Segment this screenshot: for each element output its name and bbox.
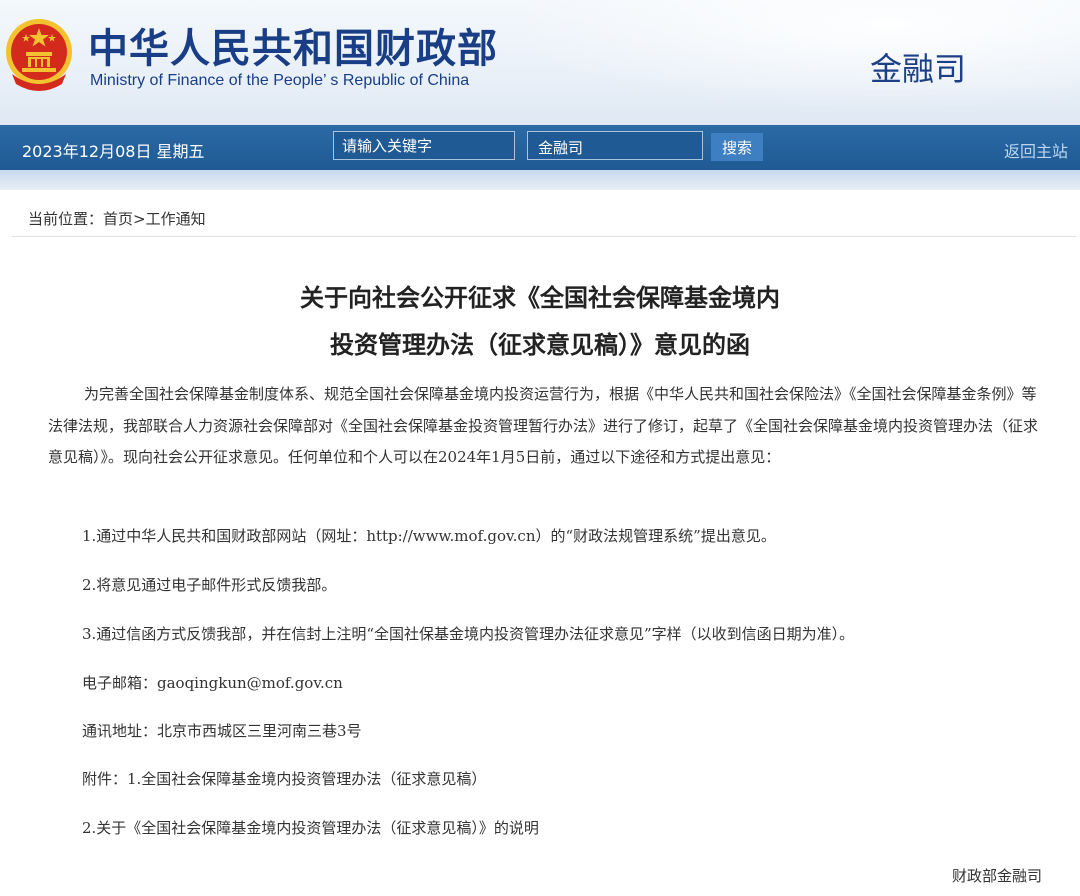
article-email: 电子邮箱：gaoqingkun@mof.gov.cn <box>82 674 343 692</box>
return-home-link[interactable]: 返回主站 <box>1004 138 1068 162</box>
site-title-en: Ministry of Finance of the People’ s Rep… <box>90 72 470 89</box>
article-item-1: 1.通过中华人民共和国财政部网站（网址：http://www.mof.gov.c… <box>82 527 776 545</box>
site-header: 中华人民共和国财政部 Ministry of Finance of the Pe… <box>0 0 1080 125</box>
article-item-2: 2.将意见通过电子邮件形式反馈我部。 <box>82 576 337 594</box>
department-name: 金融司 <box>870 50 967 88</box>
article-intro-paragraph: 为完善全国社会保障基金制度体系、规范全国社会保障基金境内投资运营行为，根据《中华… <box>48 385 1039 466</box>
top-nav-bar: 2023年12月08日 星期五 金融司 搜索 返回主站 <box>0 125 1080 170</box>
breadcrumb-separator: > <box>133 210 146 228</box>
article-item-3: 3.通过信函方式反馈我部，并在信封上注明“全国社保基金境内投资管理办法征求意见”… <box>82 625 855 643</box>
article-address: 通讯地址：北京市西城区三里河南三巷3号 <box>82 722 362 740</box>
article-attachment-1[interactable]: 附件：1.全国社会保障基金境内投资管理办法（征求意见稿） <box>82 768 486 789</box>
breadcrumb-current[interactable]: 工作通知 <box>146 210 206 228</box>
article-signature: 财政部金融司 <box>951 867 1042 885</box>
search-scope-select[interactable]: 金融司 <box>527 131 703 160</box>
breadcrumb-home-link[interactable]: 首页 <box>103 210 133 228</box>
national-emblem-icon <box>6 19 72 91</box>
breadcrumb-divider <box>12 236 1076 237</box>
header-background <box>440 0 1080 125</box>
search-input[interactable] <box>333 131 515 160</box>
breadcrumb-label: 当前位置： <box>28 210 104 228</box>
breadcrumb: 当前位置：首页>工作通知 <box>28 208 206 229</box>
header-strip <box>0 170 1080 190</box>
article-title-line1: 关于向社会公开征求《全国社会保障基金境内 <box>300 284 780 312</box>
current-date: 2023年12月08日 星期五 <box>22 142 205 161</box>
article-attachment-2[interactable]: 2.关于《全国社会保障基金境内投资管理办法（征求意见稿）》的说明 <box>82 817 539 838</box>
site-title-cn: 中华人民共和国财政部 <box>88 26 498 72</box>
article-title-line2: 投资管理办法（征求意见稿）》意见的函 <box>330 331 750 359</box>
search-button[interactable]: 搜索 <box>711 133 763 161</box>
